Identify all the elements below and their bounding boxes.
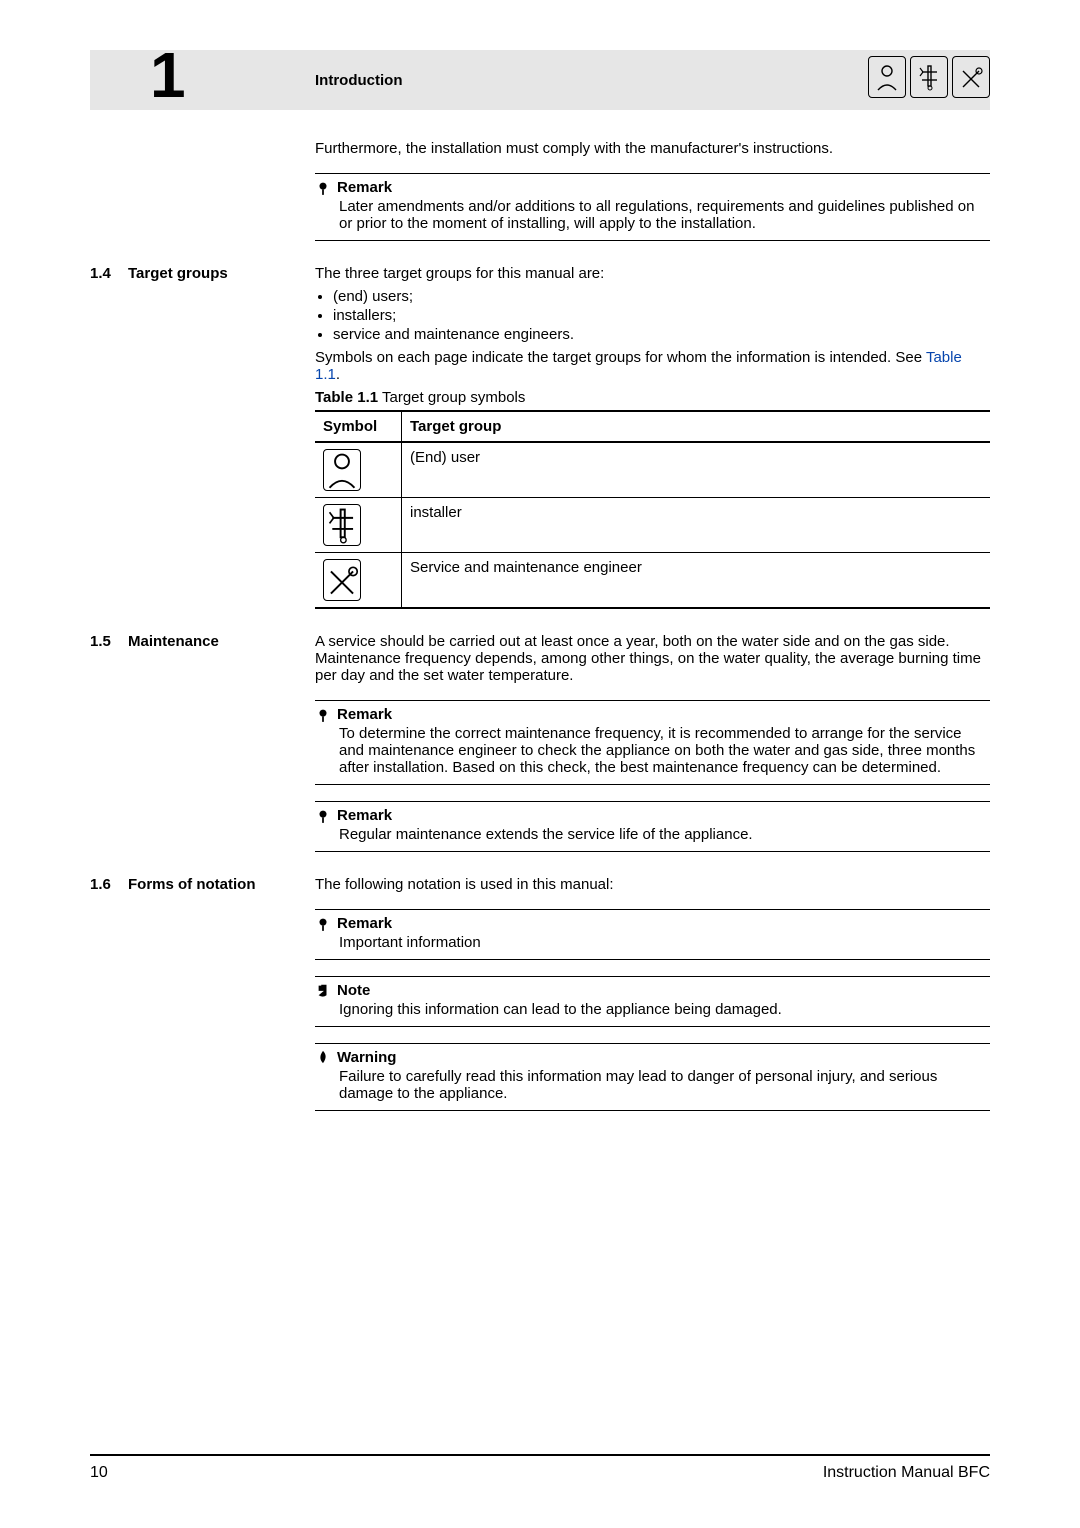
remark-maintenance-frequency: Remark To determine the correct maintena…	[315, 700, 990, 785]
pin-icon	[315, 705, 331, 723]
list-item: installers;	[333, 307, 990, 324]
list-item: (end) users;	[333, 288, 990, 305]
user-icon	[868, 56, 906, 98]
chapter-number: 1	[150, 38, 186, 112]
target-groups-intro: The three target groups for this manual …	[315, 265, 990, 282]
remark-amendments: Remark Later amendments and/or additions…	[315, 173, 990, 241]
maintenance-paragraph: A service should be carried out at least…	[315, 633, 990, 684]
section-1-4-heading: 1.4 Target groups	[90, 265, 315, 609]
notation-intro: The following notation is used in this m…	[315, 876, 990, 893]
pin-icon	[315, 178, 331, 196]
intro-paragraph: Furthermore, the installation must compl…	[315, 140, 990, 157]
table-caption: Table 1.1 Target group symbols	[315, 389, 990, 406]
installer-icon	[910, 56, 948, 98]
pin-icon	[315, 914, 331, 932]
col-symbol: Symbol	[315, 411, 402, 442]
notation-note: Note Ignoring this information can lead …	[315, 976, 990, 1027]
wrench-icon	[323, 559, 361, 601]
remark-regular-maintenance: Remark Regular maintenance extends the s…	[315, 801, 990, 852]
notation-warning: Warning Failure to carefully read this i…	[315, 1043, 990, 1111]
table-row: installer	[315, 498, 990, 553]
flame-icon	[315, 1048, 331, 1066]
user-icon	[323, 449, 361, 491]
notation-remark: Remark Important information	[315, 909, 990, 960]
target-group-table: Symbol Target group (End) user installer…	[315, 410, 990, 609]
table-row: (End) user	[315, 442, 990, 498]
document-title: Instruction Manual BFC	[823, 1464, 990, 1482]
chapter-header: 1 Introduction	[90, 50, 990, 110]
section-1-6-heading: 1.6 Forms of notation	[90, 876, 315, 1111]
installer-icon	[323, 504, 361, 546]
hand-icon	[315, 981, 331, 999]
symbols-paragraph: Symbols on each page indicate the target…	[315, 349, 990, 383]
remark-body: Later amendments and/or additions to all…	[339, 198, 990, 232]
chapter-title: Introduction	[315, 72, 402, 89]
target-group-icons	[868, 56, 990, 98]
list-item: service and maintenance engineers.	[333, 326, 990, 343]
wrench-icon	[952, 56, 990, 98]
table-row: Service and maintenance engineer	[315, 553, 990, 609]
page-footer: 10 Instruction Manual BFC	[90, 1454, 990, 1482]
page-number: 10	[90, 1464, 108, 1482]
col-target-group: Target group	[402, 411, 991, 442]
remark-title: Remark	[337, 179, 392, 196]
section-1-5-heading: 1.5 Maintenance	[90, 633, 315, 852]
target-groups-list: (end) users; installers; service and mai…	[315, 288, 990, 343]
pin-icon	[315, 806, 331, 824]
